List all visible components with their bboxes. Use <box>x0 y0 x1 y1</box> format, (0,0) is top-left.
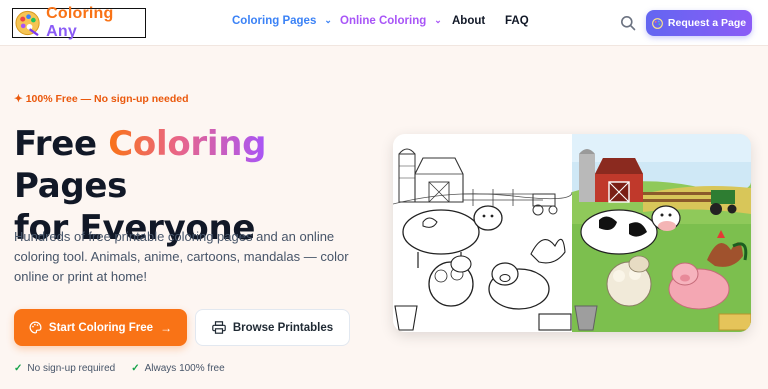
palette-icon <box>29 321 42 334</box>
nav-online-coloring[interactable]: Online Coloring ⌄ <box>340 14 442 28</box>
check-icon: ✓ <box>131 363 140 374</box>
check-item: ✓ Always 100% free <box>131 363 224 374</box>
request-page-button[interactable]: Request a Page <box>646 10 752 36</box>
logo-text-part2: Any <box>46 23 77 40</box>
logo[interactable]: Coloring Any <box>12 5 146 41</box>
browse-printables-label: Browse Printables <box>232 321 334 334</box>
nav-label: Online Coloring <box>340 15 427 27</box>
title-part1: Free <box>14 124 109 164</box>
check-label: Always 100% free <box>144 363 225 374</box>
browse-printables-button[interactable]: Browse Printables <box>195 309 350 346</box>
nav-label: Coloring Pages <box>232 15 317 27</box>
free-badge: ✦ 100% Free — No sign-up needed <box>14 93 189 105</box>
chevron-down-icon: ⌄ <box>434 14 442 25</box>
nav-label: FAQ <box>505 15 529 27</box>
printer-icon <box>212 321 226 334</box>
logo-text-part1: Coloring <box>46 5 114 22</box>
logo-text: Coloring Any <box>46 5 145 41</box>
title-highlight: Coloring <box>108 124 267 164</box>
nav-label: About <box>452 15 486 27</box>
nav-about[interactable]: About <box>452 15 485 27</box>
check-item: ✓ No sign-up required <box>14 363 115 374</box>
start-coloring-button[interactable]: Start Coloring Free → <box>14 309 187 346</box>
request-page-label: Request a Page <box>667 17 747 29</box>
chevron-down-icon: ⌄ <box>324 14 332 25</box>
search-icon[interactable] <box>620 15 636 31</box>
check-label: No sign-up required <box>27 363 116 374</box>
hero-description: Hundreds of free printable coloring page… <box>14 229 349 284</box>
nav-coloring-pages[interactable]: Coloring Pages ⌄ <box>232 14 332 28</box>
nav-faq[interactable]: FAQ <box>505 15 529 27</box>
farm-animals-illustration <box>393 134 751 332</box>
palette-icon <box>651 17 663 29</box>
start-coloring-label: Start Coloring Free <box>48 321 154 334</box>
arrow-right-icon: → <box>160 320 173 335</box>
site-header: Coloring Any Coloring Pages ⌄ Online Col… <box>0 0 768 46</box>
check-icon: ✓ <box>14 363 23 374</box>
title-part2: Pages <box>14 166 128 206</box>
palette-icon <box>15 10 40 36</box>
feature-checks: ✓ No sign-up required ✓ Always 100% free <box>14 363 225 374</box>
